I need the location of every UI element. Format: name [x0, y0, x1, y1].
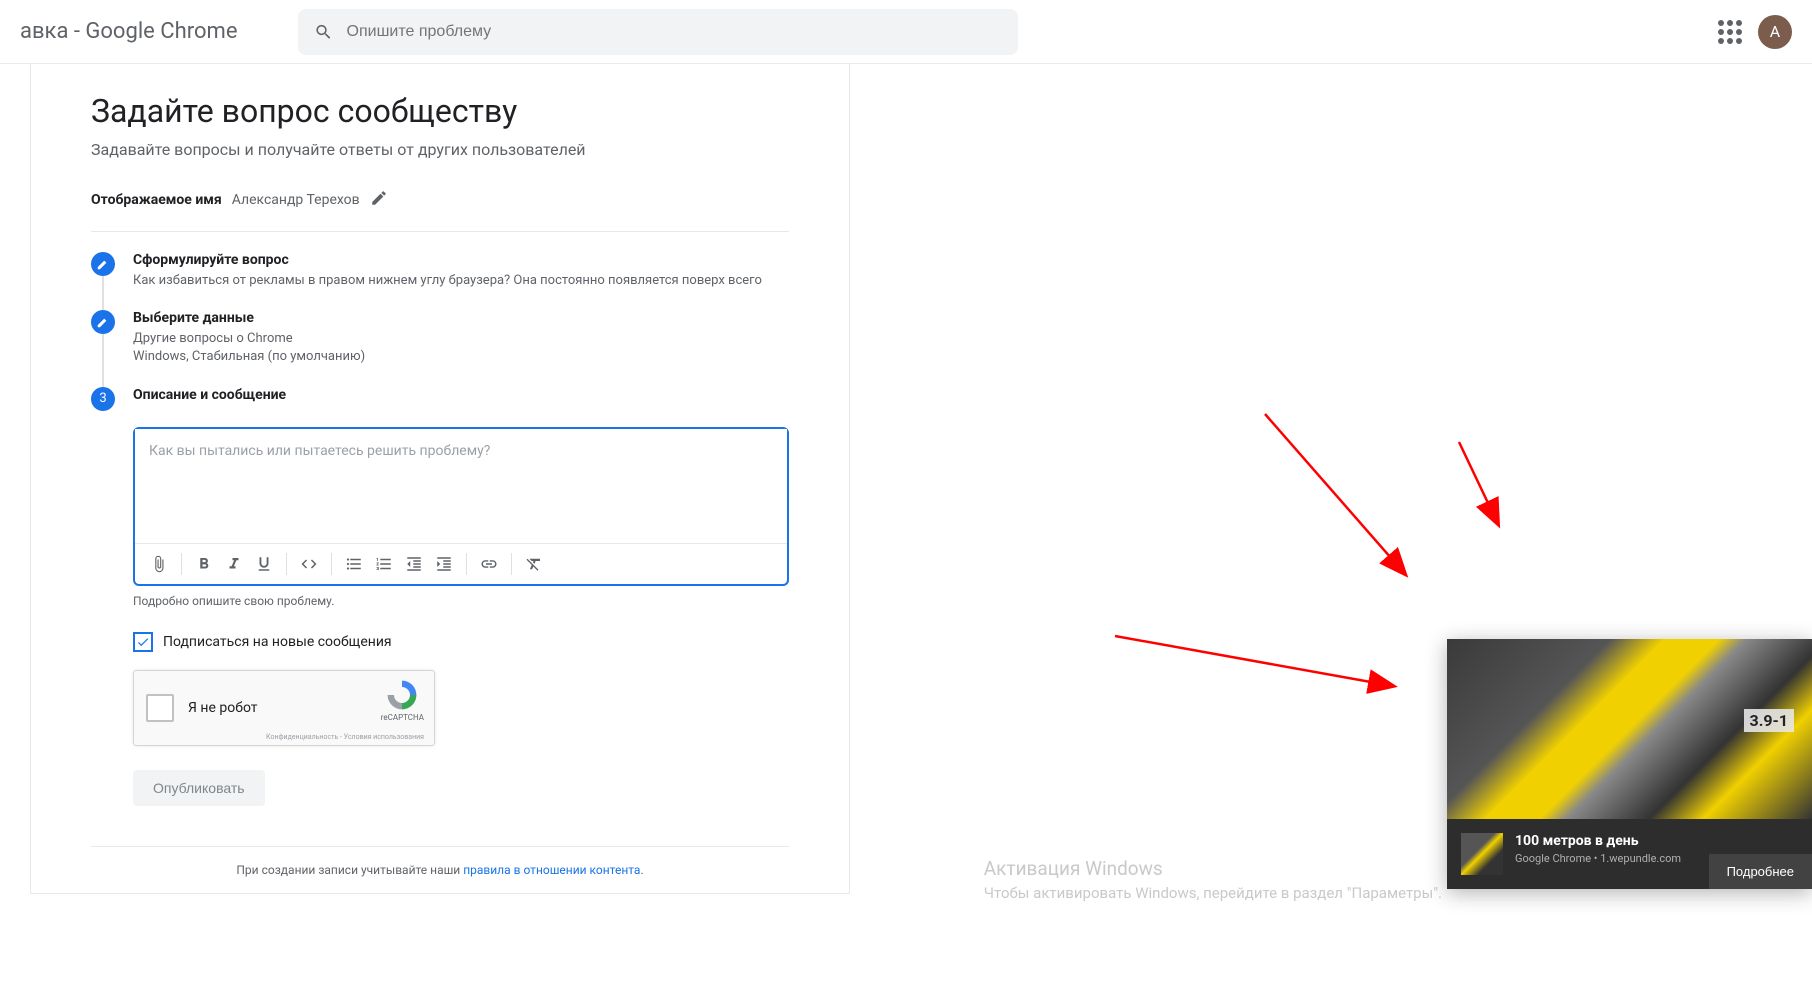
notification-body: 100 метров в день Google Chrome • 1.wepu…: [1447, 819, 1812, 889]
footer-note: При создании записи учитывайте наши прав…: [91, 846, 789, 893]
recaptcha-checkbox[interactable]: [146, 694, 174, 722]
editor-toolbar: [135, 543, 787, 584]
bold-icon[interactable]: [190, 550, 218, 578]
clear-format-icon[interactable]: [520, 550, 548, 578]
ad-notification[interactable]: 3.9-1 100 метров в день Google Chrome • …: [1447, 639, 1812, 889]
bullet-list-icon[interactable]: [340, 550, 368, 578]
publish-button[interactable]: Опубликовать: [133, 770, 265, 806]
helper-text: Подробно опишите свою проблему.: [133, 594, 789, 608]
step-2-desc2: Windows, Стабильная (по умолчанию): [133, 348, 789, 366]
avatar[interactable]: А: [1758, 15, 1792, 49]
subscribe-checkbox[interactable]: [133, 632, 153, 652]
description-textarea[interactable]: [135, 429, 787, 539]
pipe-label: 3.9-1: [1744, 709, 1794, 732]
step-2[interactable]: Выберите данные Другие вопросы о Chrome …: [91, 310, 789, 374]
step-3: 3 Описание и сообщение: [91, 387, 789, 415]
step-badge-current: 3: [91, 387, 115, 411]
search-input[interactable]: [347, 23, 1002, 41]
check-icon: [136, 635, 150, 649]
notification-title: 100 метров в день: [1515, 833, 1681, 849]
display-name-label: Отображаемое имя: [91, 192, 222, 208]
step-1[interactable]: Сформулируйте вопрос Как избавиться от р…: [91, 252, 789, 298]
recaptcha-label: Я не робот: [188, 700, 258, 716]
step-2-title: Выберите данные: [133, 310, 789, 326]
notification-image: 3.9-1: [1447, 639, 1812, 819]
search-box[interactable]: [298, 9, 1018, 55]
main-card: Задайте вопрос сообществу Задавайте вопр…: [30, 64, 850, 894]
display-name-value: Александр Терехов: [232, 192, 360, 208]
recaptcha-terms: Конфиденциальность - Условия использован…: [266, 733, 424, 741]
pencil-icon: [96, 315, 110, 329]
underline-icon[interactable]: [250, 550, 278, 578]
step-badge-done: [91, 310, 115, 334]
italic-icon[interactable]: [220, 550, 248, 578]
steps: Сформулируйте вопрос Как избавиться от р…: [91, 252, 789, 415]
editor-box: [133, 427, 789, 586]
edit-icon[interactable]: [370, 189, 388, 211]
recaptcha[interactable]: Я не робот reCAPTCHA Конфиденциальность …: [133, 670, 435, 746]
pencil-icon: [96, 257, 110, 271]
step-2-desc1: Другие вопросы о Chrome: [133, 330, 789, 348]
main-heading: Задайте вопрос сообществу: [91, 92, 789, 130]
attach-icon[interactable]: [145, 550, 173, 578]
header: авка - Google Chrome А: [0, 0, 1812, 64]
step-badge-done: [91, 252, 115, 276]
page-title: авка - Google Chrome: [20, 19, 238, 44]
indent-decrease-icon[interactable]: [400, 550, 428, 578]
search-icon: [314, 22, 333, 42]
content-rules-link[interactable]: правила в отношении контента: [463, 863, 640, 877]
step-3-title: Описание и сообщение: [133, 387, 789, 403]
apps-icon[interactable]: [1718, 20, 1742, 44]
step-1-title: Сформулируйте вопрос: [133, 252, 789, 268]
windows-activation-watermark: Активация Windows Чтобы активировать Win…: [984, 857, 1442, 902]
subscribe-label: Подписаться на новые сообщения: [163, 634, 392, 650]
recaptcha-logo: reCAPTCHA: [381, 679, 424, 722]
indent-increase-icon[interactable]: [430, 550, 458, 578]
numbered-list-icon[interactable]: [370, 550, 398, 578]
step-1-desc: Как избавиться от рекламы в правом нижне…: [133, 272, 789, 290]
subscribe-row[interactable]: Подписаться на новые сообщения: [133, 632, 789, 652]
link-icon[interactable]: [475, 550, 503, 578]
notification-more-button[interactable]: Подробнее: [1709, 854, 1812, 889]
notification-source: Google Chrome • 1.wepundle.com: [1515, 852, 1681, 865]
notification-thumbnail: [1461, 833, 1503, 875]
code-icon[interactable]: [295, 550, 323, 578]
header-right: А: [1718, 15, 1792, 49]
display-name-row: Отображаемое имя Александр Терехов: [91, 189, 789, 232]
sub-heading: Задавайте вопросы и получайте ответы от …: [91, 140, 789, 159]
